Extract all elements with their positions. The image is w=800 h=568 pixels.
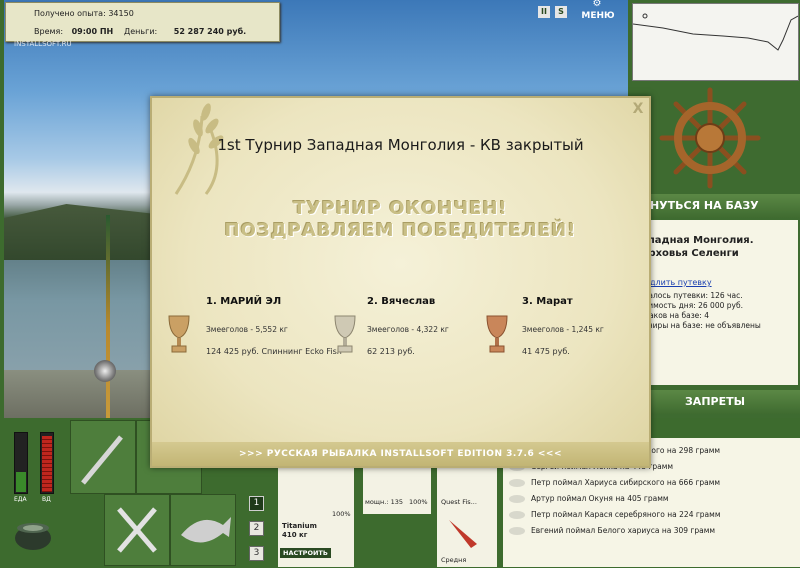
feed-row: Евгений поймал Белого хариуса на 309 гра… xyxy=(509,526,715,535)
fish-icon xyxy=(509,527,525,535)
minimap-shoreline xyxy=(632,13,799,51)
winner-2-name: 2. Вячеслав xyxy=(367,296,436,307)
slot-1-button[interactable]: 1 xyxy=(249,496,264,511)
experience-label: Получено опыта: xyxy=(34,9,106,18)
cauldron-icon[interactable] xyxy=(10,512,56,554)
feed-row: Артур поймал Окуня на 405 грамм xyxy=(509,494,669,503)
menu-button[interactable]: МЕНЮ xyxy=(578,4,618,22)
feed-row: Петр поймал Хариуса сибирского на 666 гр… xyxy=(509,478,720,487)
lure-icon xyxy=(449,520,477,548)
reel-percent: 100% xyxy=(409,498,428,506)
minimap[interactable] xyxy=(632,3,799,81)
winner-3-name: 3. Марат xyxy=(522,296,573,307)
reel-icon xyxy=(94,360,116,382)
location-title: Западная Монголия. Верховья Селенги xyxy=(634,235,754,259)
line-name: Quest Fis... xyxy=(441,498,477,506)
line-slot[interactable]: Quest Fis... xyxy=(437,464,497,514)
fish-icon xyxy=(509,495,525,503)
base-info-panel: Западная Монголия. Верховья Селенги Прод… xyxy=(630,220,798,385)
food-gauge-label: ЕДА xyxy=(14,496,27,503)
rod-weight: 410 кг xyxy=(282,531,308,539)
reel-slot[interactable]: мощн.: 135 100% xyxy=(363,464,431,514)
pause-icon[interactable]: II xyxy=(538,6,550,18)
bait-name: Средня xyxy=(441,556,467,564)
tournament-results-dialog: X 1st Турнир Западная Монголия - КВ закр… xyxy=(150,96,651,468)
sound-icon[interactable]: S xyxy=(555,6,567,18)
money-value: 52 287 240 руб. xyxy=(173,27,247,36)
fork-knife-icon xyxy=(117,507,157,553)
bait-slot[interactable]: Средня xyxy=(437,514,497,567)
game-version-banner: >>> РУССКАЯ РЫБАЛКА INSTALLSOFT EDITION … xyxy=(152,442,649,466)
food-tile[interactable] xyxy=(104,494,170,566)
tournaments-status: Турниры на базе: не объявлены xyxy=(634,321,761,330)
time-value: 09:00 ПН xyxy=(71,27,114,36)
ship-wheel-icon[interactable] xyxy=(630,82,800,194)
winner-3-prize: 41 475 руб. xyxy=(522,347,570,356)
winner-3: 3. Марат Змееголов - 1,245 кг 41 475 руб… xyxy=(522,296,649,357)
winner-3-catch: Змееголов - 1,245 кг xyxy=(522,325,604,334)
rod-icon xyxy=(81,435,123,485)
fish-icon xyxy=(509,511,525,519)
setup-button[interactable]: НАСТРОИТЬ xyxy=(280,548,331,558)
alcohol-gauge-label: ВД xyxy=(42,496,51,503)
slot-3-button[interactable]: 3 xyxy=(249,546,264,561)
silver-cup-icon xyxy=(334,315,356,353)
fish-icon xyxy=(509,479,525,487)
tournament-finished-headline: ТУРНИР ОКОНЧЕН! xyxy=(293,198,508,219)
congratulations-headline: ПОЗДРАВЛЯЕМ ПОБЕДИТЕЛЕЙ! xyxy=(224,220,577,241)
ship-wheel-area xyxy=(630,82,800,194)
rod-slot[interactable]: Titanium 410 кг 100% НАСТРОИТЬ xyxy=(278,464,354,567)
bronze-cup-icon xyxy=(486,315,508,353)
rod-tool-tile[interactable] xyxy=(70,420,136,494)
return-to-base-button[interactable]: ВЕРНУТЬСЯ НА БАЗУ xyxy=(626,194,800,218)
rod-name: Titanium xyxy=(282,522,317,530)
experience-value: 34150 xyxy=(108,9,134,18)
gold-cup-icon xyxy=(168,315,190,353)
watermark: INSTALLSOFT.RU xyxy=(14,40,72,48)
money-label: Деньги: xyxy=(124,27,158,36)
player-info-box: Получено опыта: 34150 Время: 09:00 ПН Де… xyxy=(5,2,280,42)
feed-row: Петр поймал Карася серебряного на 224 гр… xyxy=(509,510,720,519)
winner-1-name: 1. МАРИЙ ЭЛ xyxy=(206,296,282,307)
tournament-title: 1st Турнир Западная Монголия - КВ закрыт… xyxy=(217,136,584,154)
fishing-rod[interactable] xyxy=(106,215,110,418)
slot-2-button[interactable]: 2 xyxy=(249,521,264,536)
fish-tile[interactable] xyxy=(170,494,236,566)
bans-button[interactable]: ЗАПРЕТЫ xyxy=(630,390,800,414)
rod-percent: 100% xyxy=(332,510,351,518)
alcohol-gauge xyxy=(40,432,54,494)
reel-power: мощн.: 135 xyxy=(365,498,403,506)
fish-icon xyxy=(181,517,231,543)
time-label: Время: xyxy=(34,27,64,36)
food-gauge xyxy=(14,432,28,494)
close-button[interactable]: X xyxy=(631,102,645,116)
